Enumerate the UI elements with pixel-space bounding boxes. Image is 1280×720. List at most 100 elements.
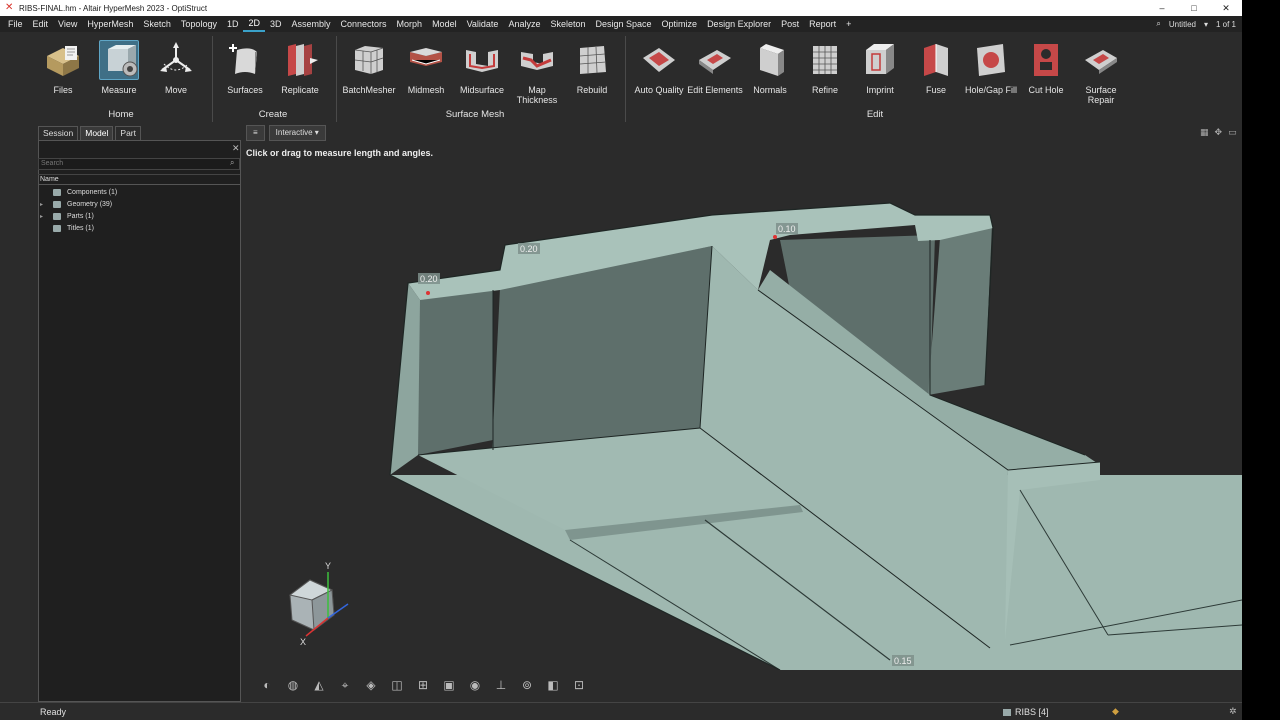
surface-repair-icon [1081, 40, 1121, 80]
surface-repair-tool[interactable]: Surface Repair [1071, 40, 1131, 105]
midsurface-icon [462, 40, 502, 80]
map-thickness-tool[interactable]: Map Thickness [507, 40, 567, 105]
visibility-icon[interactable]: ◭ [310, 676, 328, 694]
current-component[interactable]: RIBS [4] [1003, 707, 1049, 717]
tab-session[interactable]: Session [38, 126, 79, 140]
menu-assembly[interactable]: Assembly [287, 16, 336, 32]
wireframe-view-icon[interactable]: ◍ [284, 676, 302, 694]
mask-icon[interactable]: ⊞ [414, 676, 432, 694]
files-icon [43, 40, 83, 80]
show-all-icon[interactable]: ◫ [388, 676, 406, 694]
tree-row-label: Titles [67, 224, 84, 232]
normals-icon [750, 40, 790, 80]
clip-icon[interactable]: ◧ [544, 676, 562, 694]
midsurface-tool[interactable]: Midsurface [452, 40, 512, 95]
menu-view[interactable]: View [53, 16, 82, 32]
normals-tool[interactable]: Normals [740, 40, 800, 95]
maximize-button[interactable]: □ [1178, 0, 1210, 16]
minimize-button[interactable]: – [1146, 0, 1178, 16]
axis-icon[interactable]: ⊥ [492, 676, 510, 694]
close-browser-icon[interactable]: ✕ [232, 143, 240, 154]
menu-3d[interactable]: 3D [265, 16, 287, 32]
menu-validate[interactable]: Validate [462, 16, 504, 32]
menu-1d[interactable]: 1D [222, 16, 244, 32]
layout-icon[interactable]: ▦ [1200, 127, 1209, 138]
rebuild-tool[interactable]: Rebuild [562, 40, 622, 95]
session-dropdown[interactable]: Untitled [1169, 20, 1196, 29]
normals-label: Normals [753, 85, 787, 95]
fit-view-icon[interactable]: ⌖ [336, 676, 354, 694]
tree-row-components[interactable]: Components (1) [40, 186, 117, 198]
group-home: Home [108, 109, 134, 120]
tab-model[interactable]: Model [80, 126, 114, 140]
map-thickness-icon [517, 40, 557, 80]
files-tool[interactable]: Files [33, 40, 93, 95]
view-cube[interactable]: Y X [288, 561, 349, 647]
measure-label-1: 0.20 [418, 273, 440, 284]
tree-row-label: Parts [67, 212, 84, 220]
add-ribbon-button[interactable]: + [841, 16, 856, 32]
midmesh-tool[interactable]: Midmesh [396, 40, 456, 95]
measure-label-2: 0.20 [518, 243, 540, 254]
maximize-icon[interactable]: ▭ [1228, 127, 1237, 138]
right-wall-inner [928, 225, 992, 395]
menu-analyze[interactable]: Analyze [503, 16, 545, 32]
tab-part[interactable]: Part [115, 126, 141, 140]
edit-elements-tool[interactable]: Edit Elements [685, 40, 745, 95]
close-button[interactable]: ✕ [1210, 0, 1242, 16]
replicate-label: Replicate [281, 85, 319, 95]
move-tool[interactable]: Move [146, 40, 206, 95]
replicate-tool[interactable]: Replicate [270, 40, 330, 95]
isolate-icon[interactable]: ◈ [362, 676, 380, 694]
measure-tool[interactable]: Measure [89, 40, 149, 95]
menu-2d[interactable]: 2D [243, 16, 265, 32]
search-input[interactable]: Search [38, 158, 240, 170]
hamburger-menu-icon[interactable]: ≡ [246, 125, 265, 141]
menu-connectors[interactable]: Connectors [336, 16, 392, 32]
tree-row-titles[interactable]: Titles (1) [40, 222, 117, 234]
color-icon[interactable]: ◉ [466, 676, 484, 694]
expand-icon[interactable]: ▸ [40, 201, 48, 208]
menu-post[interactable]: Post [776, 16, 804, 32]
hole-gap-fill-tool[interactable]: Hole/Gap Fill [961, 40, 1021, 95]
menu-skeleton[interactable]: Skeleton [545, 16, 590, 32]
menu-file[interactable]: File [3, 16, 28, 32]
column-header-name[interactable]: Name [38, 174, 240, 185]
graphics-viewport[interactable]: 0.20 0.20 0.10 0.15 Y X [243, 140, 1242, 670]
menu-topology[interactable]: Topology [176, 16, 222, 32]
section-cut-icon[interactable]: ▣ [440, 676, 458, 694]
menu-hypermesh[interactable]: HyperMesh [82, 16, 138, 32]
refine-tool[interactable]: Refine [795, 40, 855, 95]
measure-view-icon[interactable]: ⊚ [518, 676, 536, 694]
shaded-view-icon[interactable]: ◐ [258, 676, 276, 694]
settings-icon[interactable]: ✲ [1229, 706, 1237, 717]
cut-hole-tool[interactable]: Cut Hole [1016, 40, 1076, 95]
tree-row-parts[interactable]: ▸ Parts (1) [40, 210, 117, 222]
refine-icon [805, 40, 845, 80]
files-label: Files [53, 85, 73, 95]
menu-design-space[interactable]: Design Space [591, 16, 657, 32]
interaction-mode-dropdown[interactable]: Interactive ▾ [268, 125, 326, 141]
edit-elements-icon [695, 40, 735, 80]
imprint-tool[interactable]: Imprint [850, 40, 910, 95]
menu-morph[interactable]: Morph [392, 16, 428, 32]
lock-icon[interactable]: ⊡ [570, 676, 588, 694]
pan-icon[interactable]: ✥ [1215, 127, 1223, 138]
expand-icon[interactable]: ▸ [40, 213, 48, 220]
chevron-down-icon[interactable]: ▾ [1204, 20, 1208, 29]
menu-report[interactable]: Report [804, 16, 841, 32]
menu-model[interactable]: Model [427, 16, 462, 32]
fuse-tool[interactable]: Fuse [906, 40, 966, 95]
part-model: 0.20 0.20 0.10 0.15 Y X [288, 202, 1242, 670]
surfaces-tool[interactable]: Surfaces [215, 40, 275, 95]
tree-row-geometry[interactable]: ▸ Geometry (39) [40, 198, 117, 210]
menu-optimize[interactable]: Optimize [657, 16, 703, 32]
search-icon[interactable]: ⌕ [230, 158, 234, 168]
batchmesher-tool[interactable]: BatchMesher [339, 40, 399, 95]
search-icon[interactable]: ⌕ [1156, 19, 1160, 29]
menu-sketch[interactable]: Sketch [138, 16, 176, 32]
menu-edit[interactable]: Edit [28, 16, 54, 32]
menu-design-explorer[interactable]: Design Explorer [702, 16, 776, 32]
notification-icon[interactable]: ◆ [1112, 706, 1119, 717]
auto-quality-tool[interactable]: Auto Quality [629, 40, 689, 95]
